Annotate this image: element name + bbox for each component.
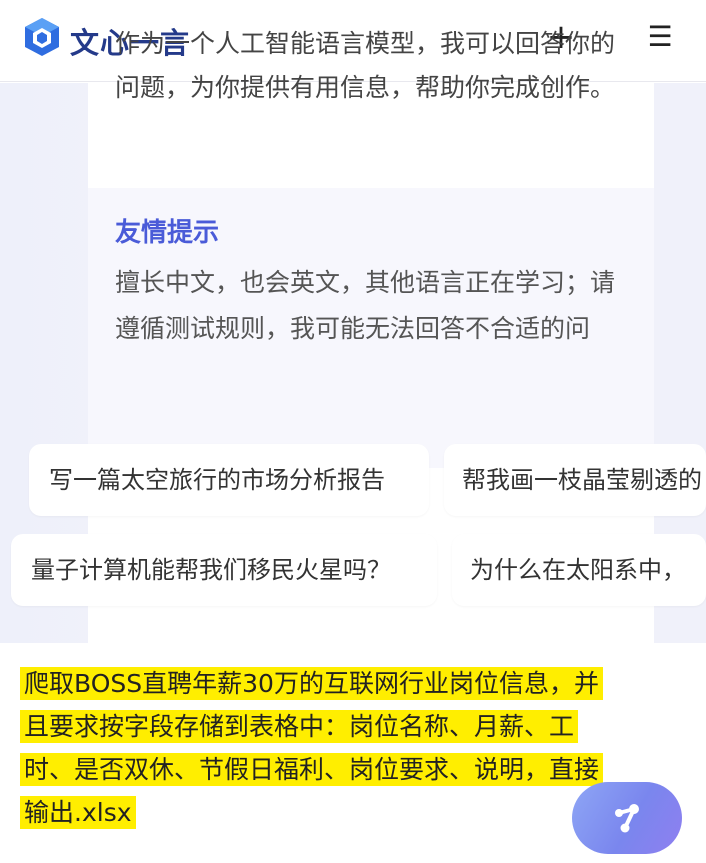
prompt-text: 爬取BOSS直聘年薪30万的互联网行业岗位信息，并且要求按字段存储到表格中：岗位…: [20, 667, 604, 829]
welcome-intro: 作为一个人工智能语言模型，我可以回答你的问题，为你提供有用信息，帮助你完成创作。: [115, 29, 616, 102]
wenxin-logo-icon[interactable]: [22, 16, 62, 58]
suggestion-chip[interactable]: 为什么在太阳系中，: [452, 534, 706, 606]
menu-icon[interactable]: ☰: [644, 22, 676, 54]
suggestion-chip[interactable]: 帮我画一枝晶莹剔透的: [444, 444, 706, 516]
send-icon: [615, 804, 639, 833]
prompt-input[interactable]: 爬取BOSS直聘年薪30万的互联网行业岗位信息，并且要求按字段存储到表格中：岗位…: [20, 662, 610, 834]
suggestion-chip[interactable]: 量子计算机能帮我们移民火星吗？: [11, 534, 437, 606]
send-button[interactable]: [572, 782, 682, 854]
tips-body: 擅长中文，也会英文，其他语言正在学习；请遵循测试规则，我可能无法回答不合适的问题…: [115, 268, 616, 343]
suggestion-chip[interactable]: 写一篇太空旅行的市场分析报告: [29, 444, 429, 516]
tips-title: 友情提示: [115, 218, 220, 248]
